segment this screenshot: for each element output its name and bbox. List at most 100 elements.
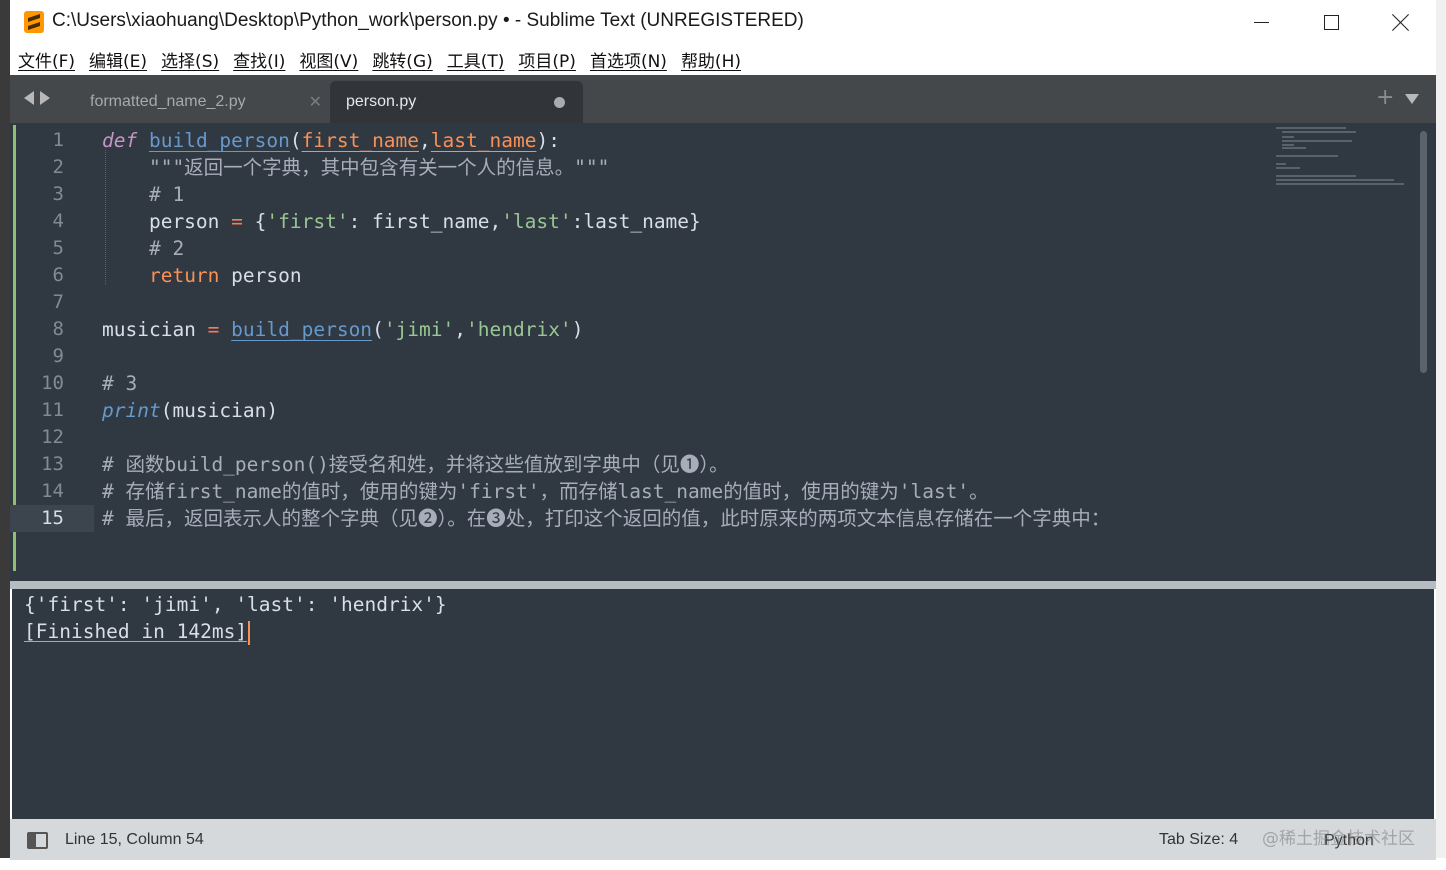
sublime-logo-icon	[24, 11, 44, 33]
code-line: # 函数build_person()接受名和姓，并将这些值放到字典中（见❶）。	[102, 451, 729, 478]
minimap-line	[1282, 131, 1356, 133]
code-editor[interactable]: 1 2 3 4 5 6 7 8 9 10 11 12 13 14 15 def build_person(f…	[10, 123, 1436, 581]
menu-file[interactable]: 文件(F)	[18, 47, 75, 72]
tab-label: formatted_name_2.py	[90, 93, 246, 110]
minimap-line	[1276, 127, 1346, 129]
code-token: musician	[102, 318, 208, 341]
tab-navigation	[24, 91, 50, 105]
minimap[interactable]	[1276, 127, 1406, 187]
sublime-window: C:\Users\xiaohuang\Desktop\Python_work\p…	[10, 0, 1436, 860]
code-area[interactable]: def build_person(first_name,last_name): …	[102, 123, 1412, 581]
watermark: @稀土掘金技术社区	[1262, 829, 1415, 849]
code-token: person	[102, 210, 232, 233]
minimap-line	[1276, 163, 1286, 165]
code-line: # 最后，返回表示人的整个字典（见❷）。在❸处，打印这个返回的值，此时原来的两项…	[102, 505, 1110, 532]
line-number: 14	[41, 480, 64, 502]
status-bar: Line 15, Column 54 Tab Size: 4 Python @稀…	[10, 819, 1436, 860]
minimize-icon	[1253, 21, 1269, 23]
code-token: )	[571, 318, 584, 341]
code-token: person	[219, 264, 302, 287]
unsaved-dot-icon[interactable]	[554, 96, 565, 108]
code-token: : first_name,	[348, 210, 502, 233]
line-number: 15	[10, 505, 94, 532]
code-token: :last_name}	[571, 210, 701, 233]
code-line: # 1	[102, 181, 184, 208]
window-title: C:\Users\xiaohuang\Desktop\Python_work\p…	[52, 10, 804, 31]
chevron-down-icon[interactable]	[1405, 94, 1419, 104]
minimap-line	[1282, 136, 1294, 138]
code-line: def build_person(first_name,last_name):	[102, 127, 560, 154]
title-bar[interactable]: C:\Users\xiaohuang\Desktop\Python_work\p…	[10, 0, 1436, 44]
line-number-gutter: 1 2 3 4 5 6 7 8 9 10 11 12 13 14 15	[10, 123, 94, 581]
code-line: person = {'first': first_name,'last':las…	[102, 208, 701, 235]
line-number: 5	[52, 237, 64, 259]
maximize-button[interactable]	[1296, 0, 1366, 44]
minimap-line	[1276, 175, 1356, 177]
cursor-position[interactable]: Line 15, Column 54	[65, 831, 204, 849]
arrow-left-icon[interactable]	[24, 91, 34, 105]
menu-edit[interactable]: 编辑(E)	[89, 47, 147, 72]
code-token: ,	[454, 318, 467, 341]
output-result-line: {'first': 'jimi', 'last': 'hendrix'}	[24, 593, 447, 616]
menu-bar: 文件(F) 编辑(E) 选择(S) 查找(I) 视图(V) 跳转(G) 工具(T…	[10, 44, 1436, 75]
text-cursor	[248, 620, 251, 645]
code-token: build_person	[148, 129, 290, 152]
close-button[interactable]	[1366, 0, 1436, 44]
menu-project[interactable]: 项目(P)	[518, 47, 576, 72]
code-token: print	[102, 399, 161, 422]
code-token: {	[242, 210, 267, 233]
code-line: # 2	[102, 235, 184, 262]
code-token: # 最后，返回表示人的整个字典（见❷）。在❸处，打印这个返回的值，此时原来的两项…	[102, 507, 1111, 530]
line-number: 6	[52, 264, 64, 286]
code-token: last_name	[430, 129, 537, 152]
minimap-line	[1276, 183, 1404, 185]
minimize-button[interactable]	[1226, 0, 1296, 44]
code-line: """返回一个字典，其中包含有关一个人的信息。"""	[102, 154, 609, 181]
output-finished-line: [Finished in 142ms]	[24, 618, 251, 645]
line-number: 11	[41, 399, 64, 421]
close-icon	[1392, 13, 1410, 31]
code-token: first_name	[301, 129, 420, 152]
menu-selection[interactable]: 选择(S)	[161, 47, 219, 72]
line-number: 7	[52, 291, 64, 313]
tab-formatted-name-2[interactable]: formatted_name_2.py ✕	[72, 81, 328, 123]
minimap-line	[1276, 179, 1394, 181]
code-token: ):	[536, 129, 560, 152]
code-line: musician = build_person('jimi','hendrix'…	[102, 316, 583, 343]
arrow-right-icon[interactable]	[40, 91, 50, 105]
plus-icon[interactable]: +	[1376, 87, 1394, 109]
line-number: 2	[52, 156, 64, 178]
code-token: (	[372, 318, 384, 341]
code-token: (	[289, 129, 302, 152]
code-token: =	[207, 318, 220, 341]
menu-preferences[interactable]: 首选项(N)	[590, 47, 667, 72]
vertical-scrollbar[interactable]	[1420, 131, 1427, 373]
tab-person[interactable]: person.py	[330, 81, 583, 123]
line-number: 10	[41, 372, 64, 394]
menu-view[interactable]: 视图(V)	[299, 47, 358, 72]
line-number: 8	[52, 318, 64, 340]
build-output-panel[interactable]: {'first': 'jimi', 'last': 'hendrix'} [Fi…	[12, 589, 1434, 819]
menu-tools[interactable]: 工具(T)	[447, 47, 505, 72]
code-token: # 存储first_name的值时，使用的键为'first'，而存储last_n…	[102, 480, 989, 503]
maximize-icon	[1323, 14, 1339, 30]
minimap-line	[1282, 140, 1352, 142]
code-token: 'last'	[501, 210, 572, 233]
code-token: def	[102, 129, 138, 152]
tab-size[interactable]: Tab Size: 4	[1159, 831, 1238, 849]
tab-close-icon[interactable]: ✕	[309, 92, 322, 112]
tab-bar: formatted_name_2.py ✕ person.py +	[10, 75, 1436, 123]
code-token: 'hendrix'	[466, 318, 572, 341]
code-line: return person	[102, 262, 302, 289]
minimap-line	[1282, 147, 1306, 149]
code-token: return	[148, 264, 220, 287]
line-number: 3	[52, 183, 64, 205]
menu-help[interactable]: 帮助(H)	[681, 47, 741, 72]
panel-toggle-icon[interactable]	[27, 832, 48, 849]
menu-find[interactable]: 查找(I)	[233, 47, 285, 72]
panel-divider[interactable]	[10, 581, 1436, 589]
minimap-line	[1276, 167, 1300, 169]
menu-goto[interactable]: 跳转(G)	[372, 47, 432, 72]
code-token: ,	[419, 129, 431, 152]
